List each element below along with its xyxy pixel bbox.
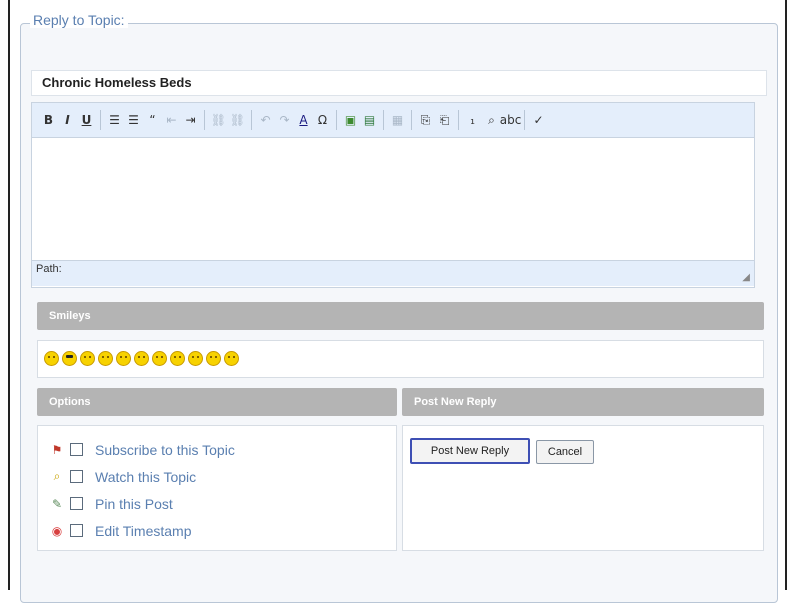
toolbar-separator <box>383 110 384 130</box>
path-label: Path: <box>36 263 62 275</box>
resize-handle-icon[interactable]: ◢ <box>742 272 750 283</box>
option-label[interactable]: Subscribe to this Topic <box>95 442 235 458</box>
option-label[interactable]: Edit Timestamp <box>95 523 191 539</box>
options-panel: ⚑ Subscribe to this Topic ⌕ Watch this Topi… <box>37 425 397 551</box>
neutral-smiley-icon[interactable] <box>80 351 95 367</box>
toolbar-separator <box>411 110 412 130</box>
smile-smiley-icon[interactable] <box>44 351 59 367</box>
rich-text-editor: B I U ☰ ☰ “⇤ ⇥ ⛓ ⛓ ↶ ↷ A Ω ▣ ▤ ▦ ⎘ ⎗ ₁ ⌕ abc ✓ Path: ◢ <box>31 102 755 288</box>
font-color-button[interactable]: A <box>295 110 312 130</box>
editor-path-bar: Path: ◢ <box>32 260 754 286</box>
option-checkbox[interactable] <box>70 524 83 537</box>
blockquote-button[interactable]: “ <box>144 110 161 130</box>
italic-button[interactable]: I <box>59 110 76 130</box>
form-legend: Reply to Topic: <box>30 12 128 28</box>
numbered-list-button[interactable]: ☰ <box>125 110 142 130</box>
subscript-button[interactable]: ₁ <box>464 110 481 130</box>
option-row: ⌕ Watch this Topic <box>50 463 384 490</box>
bold-button[interactable]: B <box>40 110 57 130</box>
angry-smiley-icon[interactable] <box>134 351 149 367</box>
subject-input[interactable]: Chronic Homeless Beds <box>31 70 767 96</box>
post-reply-panel: Post New Reply Cancel <box>402 425 764 551</box>
option-checkbox[interactable] <box>70 443 83 456</box>
option-checkbox[interactable] <box>70 470 83 483</box>
toolbar-separator <box>204 110 205 130</box>
unlink-button[interactable]: ⛓ <box>229 110 246 130</box>
clock-icon: ◉ <box>51 523 63 538</box>
toolbar-separator <box>524 110 525 130</box>
sad-smiley-icon[interactable] <box>206 351 221 367</box>
find-button[interactable]: ⌕ <box>483 110 500 130</box>
abbr-button[interactable]: abc <box>500 110 522 130</box>
toolbar-separator <box>251 110 252 130</box>
spellcheck-button[interactable]: ✓ <box>530 110 547 130</box>
editor-toolbar: B I U ☰ ☰ “⇤ ⇥ ⛓ ⛓ ↶ ↷ A Ω ▣ ▤ ▦ ⎘ ⎗ ₁ ⌕ abc ✓ <box>32 103 754 138</box>
grin-smiley-icon[interactable] <box>98 351 113 367</box>
option-row: ◉ Edit Timestamp <box>50 517 384 544</box>
paste-button[interactable]: ⎘ <box>417 110 434 130</box>
option-label[interactable]: Pin this Post <box>95 496 173 512</box>
option-checkbox[interactable] <box>70 497 83 510</box>
wink-smiley-icon[interactable] <box>170 351 185 367</box>
tongue-smiley-icon[interactable] <box>224 351 239 367</box>
paste-word-button[interactable]: ⎗ <box>436 110 453 130</box>
option-row: ⚑ Subscribe to this Topic <box>50 436 384 463</box>
pin-icon: ✎ <box>51 496 63 511</box>
blush-smiley-icon[interactable] <box>116 351 131 367</box>
table-button[interactable]: ▦ <box>389 110 406 130</box>
redo-button[interactable]: ↷ <box>276 110 293 130</box>
options-header: Options <box>37 388 397 416</box>
smileys-header: Smileys <box>37 302 764 330</box>
laugh-smiley-icon[interactable] <box>152 351 167 367</box>
bullet-list-button[interactable]: ☰ <box>106 110 123 130</box>
subscribe-icon: ⚑ <box>51 442 63 457</box>
underline-button[interactable]: U <box>78 110 95 130</box>
undo-button[interactable]: ↶ <box>257 110 274 130</box>
post-reply-header: Post New Reply <box>402 388 764 416</box>
editor-body[interactable] <box>32 138 754 260</box>
toolbar-separator <box>100 110 101 130</box>
link-button[interactable]: ⛓ <box>210 110 227 130</box>
cool-smiley-icon[interactable] <box>62 351 77 367</box>
cancel-button[interactable]: Cancel <box>536 440 594 464</box>
post-new-reply-button[interactable]: Post New Reply <box>410 438 530 464</box>
special-char-button[interactable]: Ω <box>314 110 331 130</box>
magnifier-icon: ⌕ <box>53 469 61 483</box>
toolbar-separator <box>458 110 459 130</box>
smileys-panel <box>37 340 764 378</box>
option-row: ✎ Pin this Post <box>50 490 384 517</box>
toolbar-separator <box>336 110 337 130</box>
shock-smiley-icon[interactable] <box>188 351 203 367</box>
indent-button[interactable]: ⇥ <box>182 110 199 130</box>
outdent-button[interactable]: ⇤ <box>163 110 180 130</box>
option-label[interactable]: Watch this Topic <box>95 469 196 485</box>
media-button[interactable]: ▤ <box>361 110 378 130</box>
image-button[interactable]: ▣ <box>342 110 359 130</box>
